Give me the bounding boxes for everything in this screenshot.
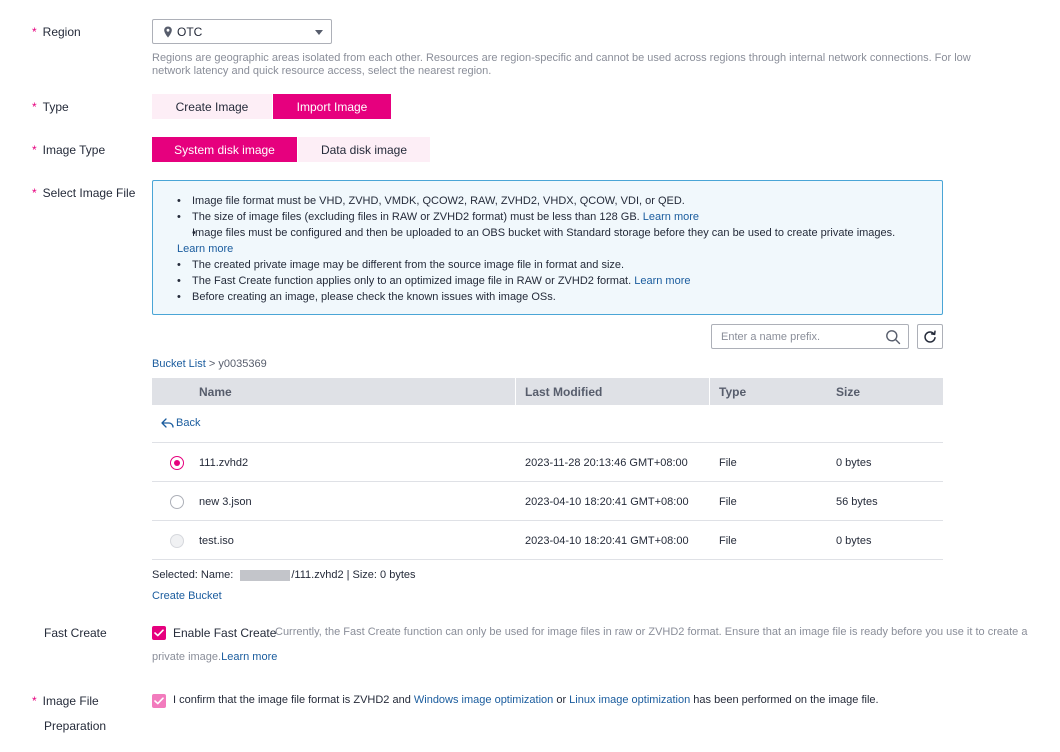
info-box: Image file format must be VHD, ZVHD, VMD… <box>152 180 943 315</box>
image-file-preparation-label-cont: Preparation <box>44 719 107 733</box>
file-size: 0 bytes <box>836 457 872 469</box>
name-prefix-search <box>711 324 909 349</box>
file-table: Name Last Modified Type Size Back 111.zv… <box>152 378 943 560</box>
search-icon[interactable] <box>885 329 901 345</box>
redacted-bucket-name <box>240 569 291 581</box>
confirm-preparation-text: I confirm that the image file format is … <box>173 694 879 706</box>
breadcrumb-current: y0035369 <box>218 358 267 370</box>
required-mark: * <box>32 186 37 200</box>
column-header-type: Type <box>719 385 747 399</box>
enable-fast-create-label: Enable Fast Create <box>173 626 277 640</box>
table-row[interactable]: new 3.json 2023-04-10 18:20:41 GMT+08:00… <box>152 482 943 521</box>
import-image-button[interactable]: Import Image <box>273 94 391 119</box>
linux-image-optimization-link[interactable]: Linux image optimization <box>569 694 690 706</box>
table-header: Name Last Modified Type Size <box>152 378 943 405</box>
type-label: * Type <box>32 100 69 114</box>
location-pin-icon <box>164 26 172 37</box>
region-hint: Regions are geographic areas isolated fr… <box>152 52 971 77</box>
required-mark: * <box>32 25 37 39</box>
column-header-last-modified: Last Modified <box>525 385 603 399</box>
info-item: Image files must be configured and then … <box>177 225 920 257</box>
file-type: File <box>719 496 737 508</box>
file-name: new 3.json <box>199 496 252 508</box>
create-image-button[interactable]: Create Image <box>152 94 272 119</box>
back-arrow-icon <box>161 417 174 428</box>
refresh-icon <box>924 330 936 343</box>
learn-more-link[interactable]: Learn more <box>221 651 277 663</box>
info-item: Image file format must be VHD, ZVHD, VMD… <box>177 193 920 209</box>
file-radio[interactable] <box>170 495 184 509</box>
file-name: test.iso <box>199 535 234 547</box>
learn-more-link[interactable]: Learn more <box>177 243 233 255</box>
search-input[interactable] <box>712 325 872 348</box>
fast-create-note-cont: private image.Learn more <box>152 651 278 663</box>
image-file-preparation-label: * Image File <box>32 694 99 708</box>
data-disk-image-button[interactable]: Data disk image <box>298 137 430 162</box>
region-value: OTC <box>177 24 203 39</box>
file-radio[interactable] <box>170 456 184 470</box>
refresh-button[interactable] <box>917 324 943 349</box>
info-item: The Fast Create function applies only to… <box>177 273 920 289</box>
region-label: * Region <box>32 25 81 39</box>
confirm-preparation-checkbox[interactable] <box>152 694 166 708</box>
learn-more-link[interactable]: Learn more <box>643 211 699 223</box>
info-item: The size of image files (excluding files… <box>177 209 920 225</box>
required-mark: * <box>32 143 37 157</box>
check-icon <box>154 629 164 637</box>
file-size: 0 bytes <box>836 535 872 547</box>
region-select[interactable]: OTC <box>152 19 332 44</box>
table-row[interactable]: 111.zvhd2 2023-11-28 20:13:46 GMT+08:00 … <box>152 443 943 482</box>
file-name: 111.zvhd2 <box>199 457 249 469</box>
file-modified: 2023-04-10 18:20:41 GMT+08:00 <box>525 535 689 547</box>
windows-image-optimization-link[interactable]: Windows image optimization <box>414 694 553 706</box>
fast-create-label: Fast Create <box>44 626 107 640</box>
system-disk-image-button[interactable]: System disk image <box>152 137 297 162</box>
enable-fast-create-checkbox[interactable] <box>152 626 166 640</box>
file-type: File <box>719 457 737 469</box>
info-item: The created private image may be differe… <box>177 257 920 273</box>
file-type: File <box>719 535 737 547</box>
info-item: Before creating an image, please check t… <box>177 289 920 305</box>
required-mark: * <box>32 100 37 114</box>
create-bucket-link[interactable]: Create Bucket <box>152 590 222 602</box>
bucket-list-link[interactable]: Bucket List <box>152 358 206 370</box>
learn-more-link[interactable]: Learn more <box>634 275 690 287</box>
back-link[interactable]: Back <box>161 417 200 429</box>
image-type-label: * Image Type <box>32 143 106 157</box>
file-radio <box>170 534 184 548</box>
file-modified: 2023-11-28 20:13:46 GMT+08:00 <box>525 457 688 469</box>
column-header-name: Name <box>199 385 232 399</box>
table-row: test.iso 2023-04-10 18:20:41 GMT+08:00 F… <box>152 521 943 560</box>
chevron-down-icon <box>315 30 323 35</box>
column-header-size: Size <box>836 385 861 399</box>
back-row: Back <box>152 405 943 443</box>
check-icon <box>154 697 164 705</box>
breadcrumb: Bucket List > y0035369 <box>152 358 267 370</box>
select-image-file-label: * Select Image File <box>32 186 136 200</box>
file-modified: 2023-04-10 18:20:41 GMT+08:00 <box>525 496 689 508</box>
required-mark: * <box>32 694 37 708</box>
fast-create-note: Currently, the Fast Create function can … <box>275 626 1028 638</box>
file-size: 56 bytes <box>836 496 878 508</box>
selected-file-summary: Selected: Name: /111.zvhd2 | Size: 0 byt… <box>152 569 416 581</box>
